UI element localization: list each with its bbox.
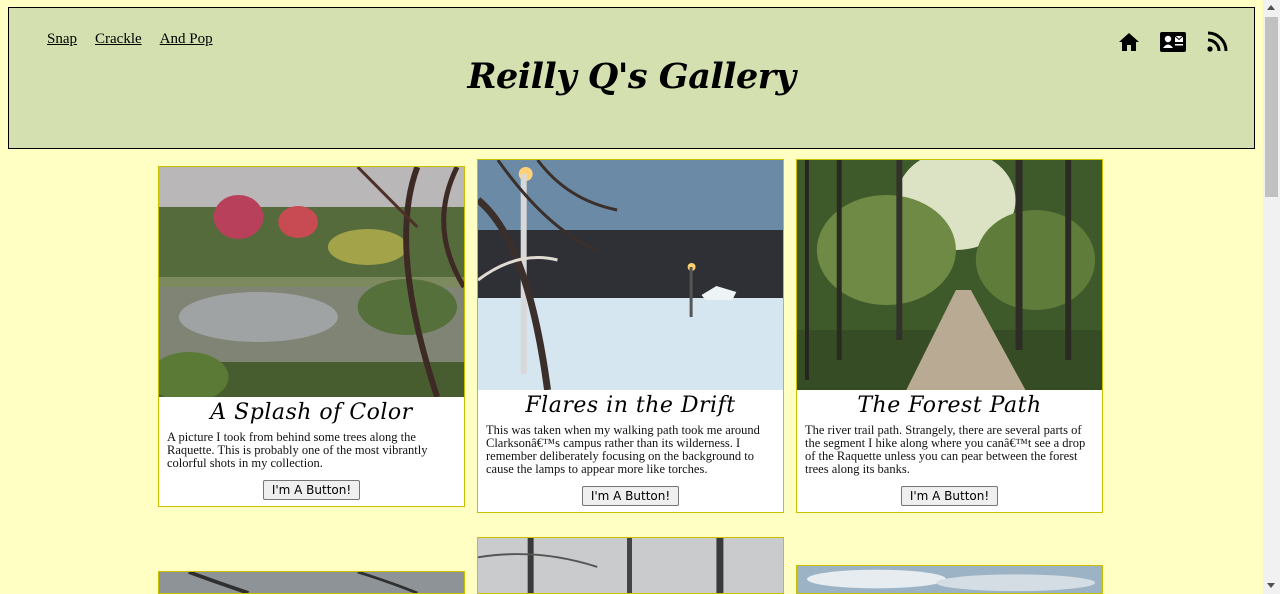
contact-card-icon[interactable] [1160, 30, 1186, 54]
gallery-card: The Forest Path The river trail path. St… [796, 159, 1103, 513]
gallery-card-photo-partial [796, 565, 1103, 594]
scroll-up-icon[interactable] [1263, 0, 1280, 17]
card-title: Flares in the Drift [525, 393, 736, 418]
header-icons [1098, 30, 1230, 54]
top-nav: Snap Crackle And Pop [47, 31, 213, 48]
card-description: The river trail path. Strangely, there a… [805, 423, 1086, 476]
card-photo-the-forest-path [797, 160, 1102, 390]
nav-link-snap[interactable]: Snap [47, 31, 77, 48]
card-title: The Forest Path [857, 393, 1042, 418]
card-description: This was taken when my walking path took… [486, 423, 760, 476]
rss-icon[interactable] [1204, 30, 1230, 54]
site-header: Snap Crackle And Pop Reilly Q's Gallery [8, 7, 1255, 149]
home-icon[interactable] [1116, 30, 1142, 54]
gallery-card-photo-partial [158, 571, 465, 594]
scroll-down-icon[interactable] [1263, 577, 1280, 594]
page-title: Reilly Q's Gallery [467, 56, 796, 97]
vertical-scrollbar[interactable] [1263, 0, 1280, 594]
card-photo-splash-of-color [159, 167, 464, 397]
nav-link-and-pop[interactable]: And Pop [160, 31, 213, 48]
scrollbar-thumb[interactable] [1265, 17, 1278, 197]
gallery-card-photo-partial [477, 537, 784, 594]
gallery-card: Flares in the Drift This was taken when … [477, 159, 784, 513]
card-description: A picture I took from behind some trees … [167, 430, 428, 470]
card-button[interactable]: I'm A Button! [581, 486, 680, 506]
card-button[interactable]: I'm A Button! [262, 480, 361, 500]
gallery-card: A Splash of Color A picture I took from … [158, 166, 465, 507]
card-photo-flares-in-the-drift [478, 160, 783, 390]
nav-link-crackle[interactable]: Crackle [95, 31, 142, 48]
card-title: A Splash of Color [210, 400, 413, 425]
card-button[interactable]: I'm A Button! [900, 486, 999, 506]
